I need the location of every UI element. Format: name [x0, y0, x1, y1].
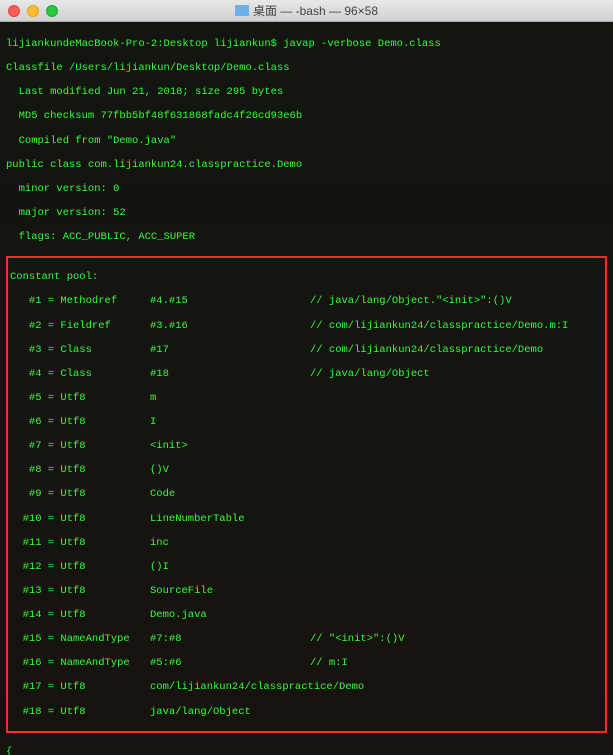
pool-cmt: // java/lang/Object — [310, 368, 603, 380]
pool-idx: #15 = NameAndType — [10, 633, 150, 645]
pool-ref: I — [150, 416, 310, 428]
pool-idx: #18 = Utf8 — [10, 706, 150, 718]
pool-idx: #5 = Utf8 — [10, 392, 150, 404]
pool-idx: #8 = Utf8 — [10, 464, 150, 476]
folder-icon — [235, 5, 249, 16]
output-line: public class com.lijiankun24.classpracti… — [6, 159, 607, 171]
pool-idx: #1 = Methodref — [10, 295, 150, 307]
pool-idx: #13 = Utf8 — [10, 585, 150, 597]
prompt-line: lijiankundeMacBook-Pro-2:Desktop lijiank… — [6, 38, 607, 50]
output-line: { — [6, 746, 607, 755]
pool-idx: #11 = Utf8 — [10, 537, 150, 549]
pool-idx: #16 = NameAndType — [10, 657, 150, 669]
pool-row: #7 = Utf8<init> — [10, 440, 603, 452]
pool-ref: #7:#8 — [150, 633, 310, 645]
pool-idx: #9 = Utf8 — [10, 488, 150, 500]
pool-row: #9 = Utf8Code — [10, 488, 603, 500]
pool-cmt: // "<init>":()V — [310, 633, 603, 645]
pool-row: #14 = Utf8Demo.java — [10, 609, 603, 621]
pool-ref: ()I — [150, 561, 310, 573]
pool-idx: #3 = Class — [10, 344, 150, 356]
pool-cmt — [310, 416, 603, 428]
pool-cmt — [310, 681, 603, 693]
pool-idx: #14 = Utf8 — [10, 609, 150, 621]
prompt: lijiankundeMacBook-Pro-2:Desktop lijiank… — [6, 38, 283, 50]
pool-ref: #4.#15 — [150, 295, 310, 307]
pool-cmt — [310, 464, 603, 476]
pool-row: #8 = Utf8()V — [10, 464, 603, 476]
pool-row: #3 = Class#17// com/lijiankun24/classpra… — [10, 344, 603, 356]
pool-ref: <init> — [150, 440, 310, 452]
window-title-wrap: 桌面 — -bash — 96×58 — [0, 2, 613, 19]
pool-row: #13 = Utf8SourceFile — [10, 585, 603, 597]
pool-ref: #18 — [150, 368, 310, 380]
constant-pool-highlight: Constant pool: #1 = Methodref#4.#15// ja… — [6, 256, 607, 732]
window-title: 桌面 — -bash — 96×58 — [253, 2, 378, 19]
pool-row: #17 = Utf8com/lijiankun24/classpractice/… — [10, 681, 603, 693]
output-line: major version: 52 — [6, 207, 607, 219]
pool-row: #6 = Utf8I — [10, 416, 603, 428]
output-line: minor version: 0 — [6, 183, 607, 195]
pool-ref: Demo.java — [150, 609, 310, 621]
pool-title: Constant pool: — [10, 271, 603, 283]
pool-ref: #5:#6 — [150, 657, 310, 669]
pool-idx: #6 = Utf8 — [10, 416, 150, 428]
pool-ref: LineNumberTable — [150, 513, 310, 525]
pool-ref: SourceFile — [150, 585, 310, 597]
pool-cmt — [310, 585, 603, 597]
pool-row: #12 = Utf8()I — [10, 561, 603, 573]
pool-idx: #2 = Fieldref — [10, 320, 150, 332]
pool-row: #5 = Utf8m — [10, 392, 603, 404]
titlebar: 桌面 — -bash — 96×58 — [0, 0, 613, 22]
output-line: Classfile /Users/lijiankun/Desktop/Demo.… — [6, 62, 607, 74]
pool-idx: #17 = Utf8 — [10, 681, 150, 693]
pool-cmt — [310, 706, 603, 718]
output-line: MD5 checksum 77fbb5bf48f631868fadc4f26cd… — [6, 110, 607, 122]
pool-row: #15 = NameAndType#7:#8// "<init>":()V — [10, 633, 603, 645]
pool-row: #1 = Methodref#4.#15// java/lang/Object.… — [10, 295, 603, 307]
command-text: javap -verbose Demo.class — [283, 38, 441, 50]
output-line: Compiled from "Demo.java" — [6, 135, 607, 147]
pool-row: #16 = NameAndType#5:#6// m:I — [10, 657, 603, 669]
pool-cmt — [310, 488, 603, 500]
pool-ref: java/lang/Object — [150, 706, 310, 718]
pool-ref: #3.#16 — [150, 320, 310, 332]
pool-cmt: // java/lang/Object."<init>":()V — [310, 295, 603, 307]
pool-idx: #10 = Utf8 — [10, 513, 150, 525]
pool-cmt: // com/lijiankun24/classpractice/Demo.m:… — [310, 320, 603, 332]
pool-ref: m — [150, 392, 310, 404]
pool-row: #2 = Fieldref#3.#16// com/lijiankun24/cl… — [10, 320, 603, 332]
pool-cmt — [310, 537, 603, 549]
pool-idx: #7 = Utf8 — [10, 440, 150, 452]
pool-ref: com/lijiankun24/classpractice/Demo — [150, 681, 310, 693]
output-line: flags: ACC_PUBLIC, ACC_SUPER — [6, 231, 607, 243]
pool-cmt — [310, 561, 603, 573]
pool-cmt — [310, 513, 603, 525]
pool-ref: ()V — [150, 464, 310, 476]
pool-cmt: // m:I — [310, 657, 603, 669]
pool-cmt — [310, 440, 603, 452]
output-line: Last modified Jun 21, 2018; size 295 byt… — [6, 86, 607, 98]
pool-row: #11 = Utf8inc — [10, 537, 603, 549]
pool-row: #4 = Class#18// java/lang/Object — [10, 368, 603, 380]
pool-idx: #4 = Class — [10, 368, 150, 380]
pool-row: #18 = Utf8java/lang/Object — [10, 706, 603, 718]
pool-ref: #17 — [150, 344, 310, 356]
pool-row: #10 = Utf8LineNumberTable — [10, 513, 603, 525]
pool-idx: #12 = Utf8 — [10, 561, 150, 573]
pool-ref: Code — [150, 488, 310, 500]
pool-ref: inc — [150, 537, 310, 549]
pool-cmt: // com/lijiankun24/classpractice/Demo — [310, 344, 603, 356]
pool-cmt — [310, 609, 603, 621]
pool-cmt — [310, 392, 603, 404]
terminal-content[interactable]: lijiankundeMacBook-Pro-2:Desktop lijiank… — [0, 22, 613, 755]
